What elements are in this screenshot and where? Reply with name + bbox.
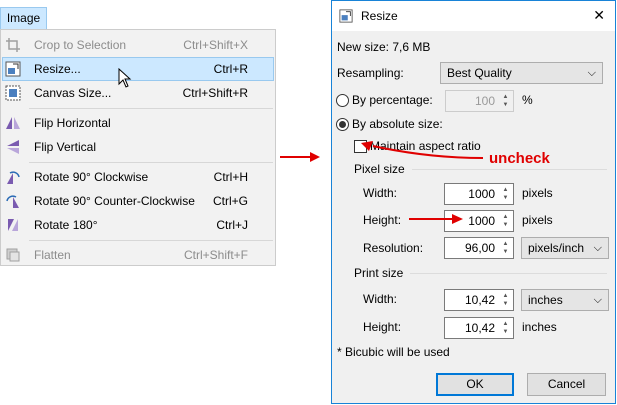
resize-dialog: Resize ✕ New size: 7,6 MB Resampling: Be… bbox=[331, 0, 616, 404]
resampling-select[interactable]: Best Quality ⌵ bbox=[440, 62, 603, 84]
percentage-spinner[interactable]: 100 ▲ ▼ bbox=[445, 90, 514, 112]
print-size-header: Print size bbox=[354, 266, 404, 280]
menu-item-resize[interactable]: Resize... Ctrl+R bbox=[2, 57, 274, 81]
menu-item-rotate-ccw[interactable]: Rotate 90° Counter-Clockwise Ctrl+G bbox=[2, 189, 274, 213]
flip-vertical-icon bbox=[7, 140, 19, 154]
menu-item-canvas-size[interactable]: Canvas Size... Ctrl+Shift+R bbox=[2, 81, 274, 105]
resampling-label: Resampling: bbox=[337, 66, 404, 80]
by-absolute-size-radio[interactable] bbox=[336, 118, 349, 131]
menu-separator bbox=[29, 108, 273, 109]
chevron-down-icon: ⌵ bbox=[593, 294, 602, 306]
spinner-arrows-icon[interactable]: ▲ ▼ bbox=[500, 292, 511, 308]
group-divider bbox=[410, 273, 607, 274]
print-height-label: Height: bbox=[363, 320, 402, 334]
menu-separator bbox=[29, 240, 273, 241]
menu-item-flip-horizontal[interactable]: Flip Horizontal bbox=[2, 111, 274, 135]
flip-horizontal-icon bbox=[6, 117, 20, 129]
new-size-label: New size: 7,6 MB bbox=[337, 40, 431, 54]
mouse-cursor-icon bbox=[118, 68, 132, 88]
print-width-spinner[interactable]: 10,42 ▲ ▼ bbox=[444, 289, 514, 311]
crop-icon bbox=[6, 38, 20, 52]
spinner-arrows-icon[interactable]: ▲ ▼ bbox=[500, 186, 511, 202]
height-unit: pixels bbox=[522, 213, 553, 227]
width-label: Width: bbox=[363, 186, 398, 200]
image-menu-tab[interactable]: Image bbox=[0, 7, 47, 29]
chevron-down-icon: ⌵ bbox=[593, 242, 602, 254]
close-icon[interactable]: ✕ bbox=[593, 7, 605, 24]
resolution-label: Resolution: bbox=[363, 241, 424, 255]
spinner-arrows-icon[interactable]: ▲ ▼ bbox=[500, 93, 511, 109]
menu-item-rotate-cw[interactable]: Rotate 90° Clockwise Ctrl+H bbox=[2, 165, 274, 189]
rotate-cw-icon bbox=[7, 171, 20, 184]
height-label: Height: bbox=[363, 213, 402, 227]
resize-icon bbox=[339, 9, 353, 23]
width-spinner[interactable]: 1000 ▲ ▼ bbox=[444, 183, 514, 205]
uncheck-annotation: uncheck bbox=[489, 150, 550, 167]
print-width-label: Width: bbox=[363, 292, 398, 306]
cancel-button[interactable]: Cancel bbox=[527, 373, 606, 396]
ok-button[interactable]: OK bbox=[436, 373, 514, 396]
menu-item-flatten[interactable]: Flatten Ctrl+Shift+F bbox=[2, 243, 274, 267]
chevron-down-icon: ⌵ bbox=[587, 67, 596, 79]
image-menu-dropdown: Crop to Selection Ctrl+Shift+X Resize...… bbox=[0, 29, 276, 266]
by-percentage-label: By percentage: bbox=[352, 93, 433, 107]
menu-item-flip-vertical[interactable]: Flip Vertical bbox=[2, 135, 274, 159]
menu-separator bbox=[29, 162, 273, 163]
flatten-icon bbox=[6, 248, 20, 262]
group-divider bbox=[412, 169, 607, 170]
dialog-titlebar: Resize ✕ bbox=[332, 1, 615, 31]
resolution-unit-select[interactable]: pixels/inch ⌵ bbox=[521, 237, 609, 259]
bicubic-note: * Bicubic will be used bbox=[337, 345, 450, 359]
red-arrow-icon bbox=[409, 214, 463, 224]
uncheck-curved-arrow-icon bbox=[361, 141, 484, 159]
print-width-unit-select[interactable]: inches ⌵ bbox=[521, 289, 609, 311]
red-arrow-icon bbox=[280, 152, 320, 162]
width-unit: pixels bbox=[522, 186, 553, 200]
by-percentage-radio[interactable] bbox=[336, 94, 349, 107]
canvas-size-icon bbox=[5, 85, 21, 101]
rotate-180-icon bbox=[8, 219, 18, 231]
rotate-ccw-icon bbox=[6, 195, 19, 208]
resolution-spinner[interactable]: 96,00 ▲ ▼ bbox=[444, 237, 514, 259]
spinner-arrows-icon[interactable]: ▲ ▼ bbox=[500, 240, 511, 256]
print-height-unit: inches bbox=[522, 320, 557, 334]
spinner-arrows-icon[interactable]: ▲ ▼ bbox=[500, 320, 511, 336]
menu-item-rotate-180[interactable]: Rotate 180° Ctrl+J bbox=[2, 213, 274, 237]
menu-item-crop-to-selection[interactable]: Crop to Selection Ctrl+Shift+X bbox=[2, 33, 274, 57]
dialog-title: Resize bbox=[361, 9, 398, 23]
print-height-spinner[interactable]: 10,42 ▲ ▼ bbox=[444, 317, 514, 339]
percent-sign: % bbox=[522, 93, 533, 107]
spinner-arrows-icon[interactable]: ▲ ▼ bbox=[500, 213, 511, 229]
by-absolute-size-label: By absolute size: bbox=[352, 117, 443, 131]
resize-icon bbox=[5, 61, 21, 77]
